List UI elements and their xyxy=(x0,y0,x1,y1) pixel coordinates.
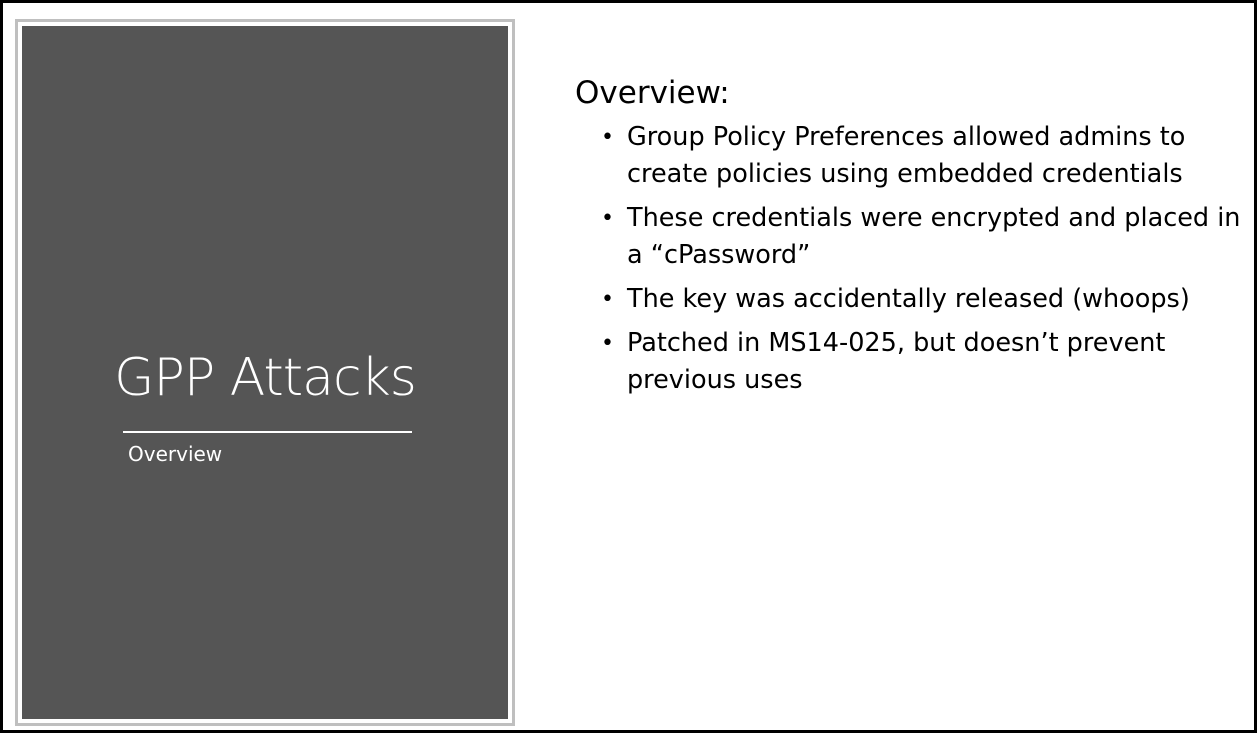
bullet-icon: • xyxy=(601,287,614,312)
bullet-item: • Group Policy Preferences allowed admin… xyxy=(601,119,1245,193)
bullet-item: • These credentials were encrypted and p… xyxy=(601,200,1245,274)
bullet-list: • Group Policy Preferences allowed admin… xyxy=(575,119,1245,399)
bullet-text: The key was accidentally released (whoop… xyxy=(627,284,1190,314)
bullet-text: Patched in MS14-025, but doesn’t prevent… xyxy=(627,328,1166,395)
title-panel-frame: GPP Attacks Overview xyxy=(15,19,515,726)
slide: GPP Attacks Overview Overview: • Group P… xyxy=(0,0,1257,733)
title-divider xyxy=(123,431,412,433)
bullet-text: These credentials were encrypted and pla… xyxy=(627,203,1241,270)
slide-title: GPP Attacks xyxy=(114,348,417,408)
bullet-icon: • xyxy=(601,125,614,150)
content-area: Overview: • Group Policy Preferences all… xyxy=(575,75,1245,406)
bullet-text: Group Policy Preferences allowed admins … xyxy=(627,122,1186,189)
bullet-item: • The key was accidentally released (who… xyxy=(601,281,1245,318)
slide-subtitle: Overview xyxy=(128,442,223,466)
bullet-icon: • xyxy=(601,331,614,356)
content-heading: Overview: xyxy=(575,75,730,111)
title-panel: GPP Attacks Overview xyxy=(22,26,508,719)
bullet-icon: • xyxy=(601,206,614,231)
bullet-item: • Patched in MS14-025, but doesn’t preve… xyxy=(601,325,1245,399)
